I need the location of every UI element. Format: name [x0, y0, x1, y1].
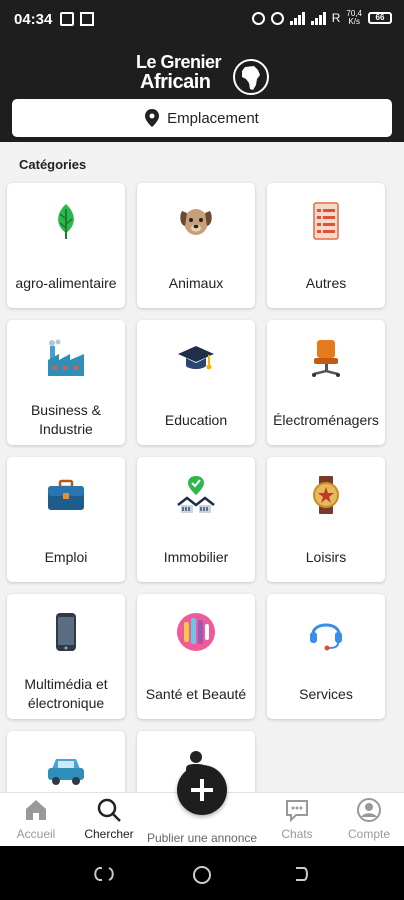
category-card-immobilier[interactable]: Immobilier — [137, 457, 255, 582]
category-card-vehicules[interactable] — [7, 731, 125, 792]
office-chair-icon — [312, 340, 340, 377]
category-label: Emploi — [44, 548, 88, 565]
category-card-animaux[interactable]: Animaux — [137, 183, 255, 308]
network-speed: 70,4 K/s — [346, 9, 362, 26]
search-icon — [97, 798, 121, 822]
category-label: Services — [299, 685, 353, 702]
battery-icon: 66 — [368, 12, 392, 24]
category-label: Multimédia et électronique — [24, 676, 108, 711]
nav-label-publish[interactable]: Publier une annonce — [140, 831, 264, 845]
account-icon — [357, 798, 381, 822]
briefcase-icon — [48, 479, 84, 510]
home-icon — [26, 800, 46, 820]
logo-text-line1: Le Grenier — [136, 52, 222, 72]
category-card-multimedia[interactable]: Multimédia et électronique — [7, 594, 125, 719]
back-icon[interactable] — [290, 865, 310, 883]
logo-text-line2: Africain — [140, 71, 211, 93]
status-bar: 04:34 R 70,4 K/s 66 — [0, 0, 404, 42]
category-label: Loisirs — [305, 548, 347, 565]
category-label: Business & Industrie — [30, 402, 102, 437]
nav-label-chats: Chats — [281, 827, 313, 841]
notification-icon — [80, 12, 94, 26]
category-card-services[interactable]: Services — [267, 594, 385, 719]
category-card-autres[interactable]: Autres — [267, 183, 385, 308]
category-card-business-industrie[interactable]: Business & Industrie — [7, 320, 125, 445]
location-button[interactable]: Emplacement — [12, 99, 392, 137]
nav-account[interactable]: Compte — [329, 797, 404, 841]
nav-home[interactable]: Accueil — [0, 797, 76, 841]
nav-label-search: Chercher — [84, 827, 134, 841]
chat-icon — [286, 800, 308, 823]
map-pin-icon — [145, 109, 160, 127]
category-card-sante-beaute[interactable]: Santé et Beauté — [137, 594, 255, 719]
car-icon — [48, 759, 84, 785]
notification-icon — [60, 12, 74, 26]
checklist-icon — [313, 202, 339, 240]
category-card-loisirs[interactable]: Loisirs — [267, 457, 385, 582]
categories-title: Catégories — [19, 157, 87, 172]
categories-section: Catégories agro-alimentaire Animaux Autr… — [0, 142, 404, 792]
factory-icon — [48, 339, 84, 376]
category-label: Education — [164, 411, 228, 428]
watch-icon — [313, 476, 339, 514]
smartphone-icon — [56, 613, 76, 651]
leaf-icon — [58, 204, 74, 239]
plus-icon — [191, 779, 213, 801]
graduation-cap-icon — [178, 346, 214, 370]
hotspot-icon — [270, 11, 284, 25]
category-card-agro-alimentaire[interactable]: agro-alimentaire — [7, 183, 125, 308]
nav-search[interactable]: Chercher — [69, 797, 149, 841]
category-label: Électroménagers — [273, 411, 379, 428]
status-time: 04:34 — [14, 11, 53, 28]
recent-apps-icon[interactable] — [94, 865, 114, 883]
category-card-education[interactable]: Education — [137, 320, 255, 445]
location-label: Emplacement — [167, 109, 259, 127]
app-logo[interactable]: Le Grenier Africain — [136, 52, 272, 95]
signal-icon — [310, 11, 326, 25]
headset-icon — [310, 623, 342, 651]
category-label: Santé et Beauté — [145, 685, 247, 702]
africa-icon — [233, 59, 269, 95]
home-button-icon[interactable] — [192, 865, 212, 885]
app-header: Le Grenier Africain Emplacement — [0, 42, 404, 142]
nav-label-home: Accueil — [16, 827, 56, 841]
bottom-nav: Accueil Chercher Publier une annonce Cha… — [0, 765, 404, 846]
publish-ad-button[interactable] — [177, 765, 227, 815]
nav-label-account: Compte — [347, 827, 391, 841]
category-label: Autres — [305, 274, 347, 291]
category-label: Animaux — [168, 274, 224, 291]
beauty-icon — [177, 613, 215, 651]
dog-icon — [180, 209, 212, 235]
category-card-electromenagers[interactable]: Électroménagers — [267, 320, 385, 445]
nav-chats[interactable]: Chats — [257, 797, 337, 841]
alarm-icon — [251, 11, 265, 25]
system-nav-bar — [0, 846, 404, 900]
category-label: agro-alimentaire — [15, 274, 117, 291]
category-card-emploi[interactable]: Emploi — [7, 457, 125, 582]
category-label: Immobilier — [163, 548, 229, 565]
network-type: R — [331, 11, 341, 25]
real-estate-icon — [177, 476, 215, 513]
signal-icon — [289, 11, 305, 25]
